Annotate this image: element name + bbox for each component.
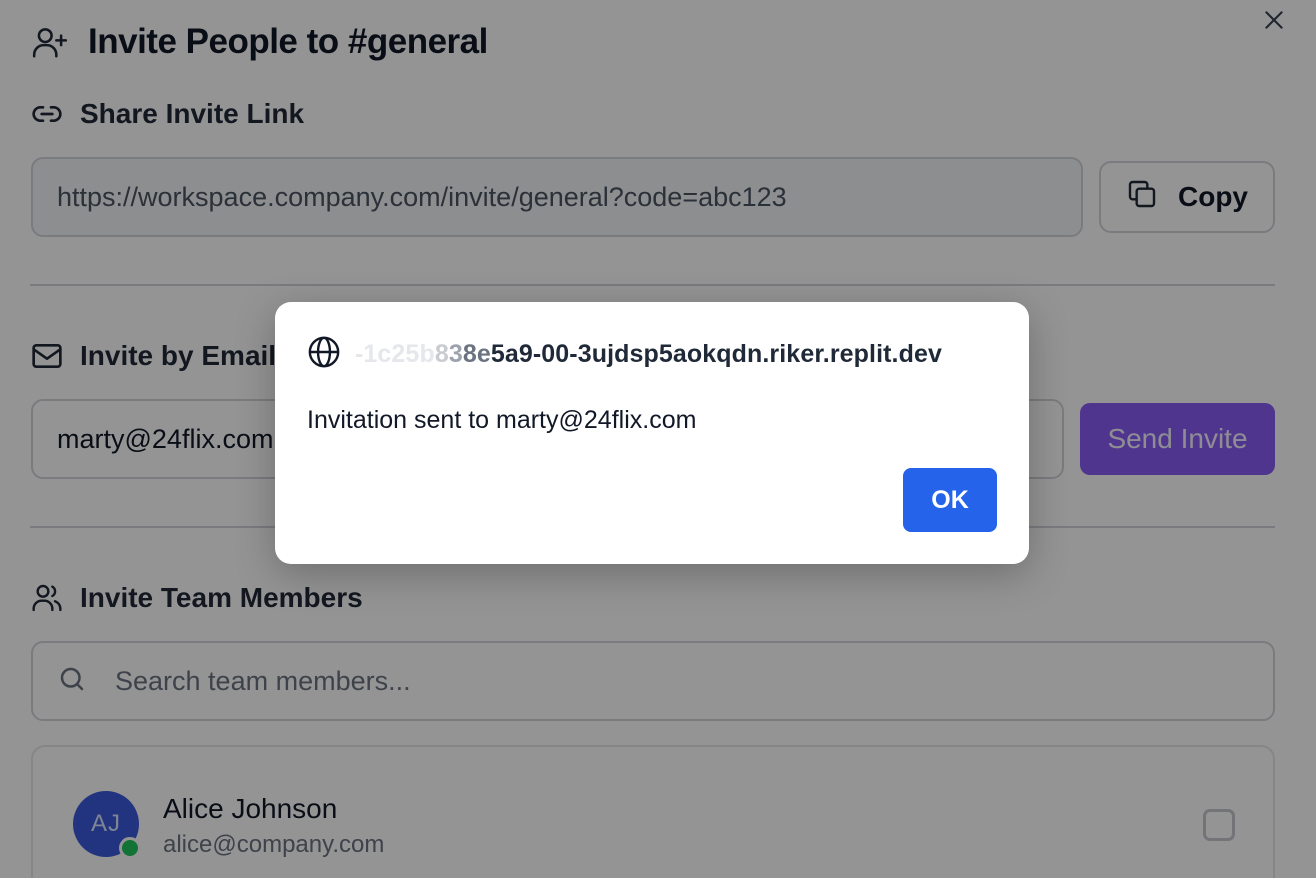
ok-button-label: OK: [931, 485, 969, 514]
globe-icon: [307, 335, 341, 374]
alert-message: Invitation sent to marty@24flix.com: [307, 406, 697, 434]
alert-origin-text: -1c25b838e5a9-00-3ujdsp5aokqdn.riker.rep…: [355, 340, 942, 368]
alert-dialog: -1c25b838e5a9-00-3ujdsp5aokqdn.riker.rep…: [275, 302, 1029, 564]
ok-button[interactable]: OK: [903, 468, 997, 532]
alert-origin: -1c25b838e5a9-00-3ujdsp5aokqdn.riker.rep…: [307, 335, 942, 374]
